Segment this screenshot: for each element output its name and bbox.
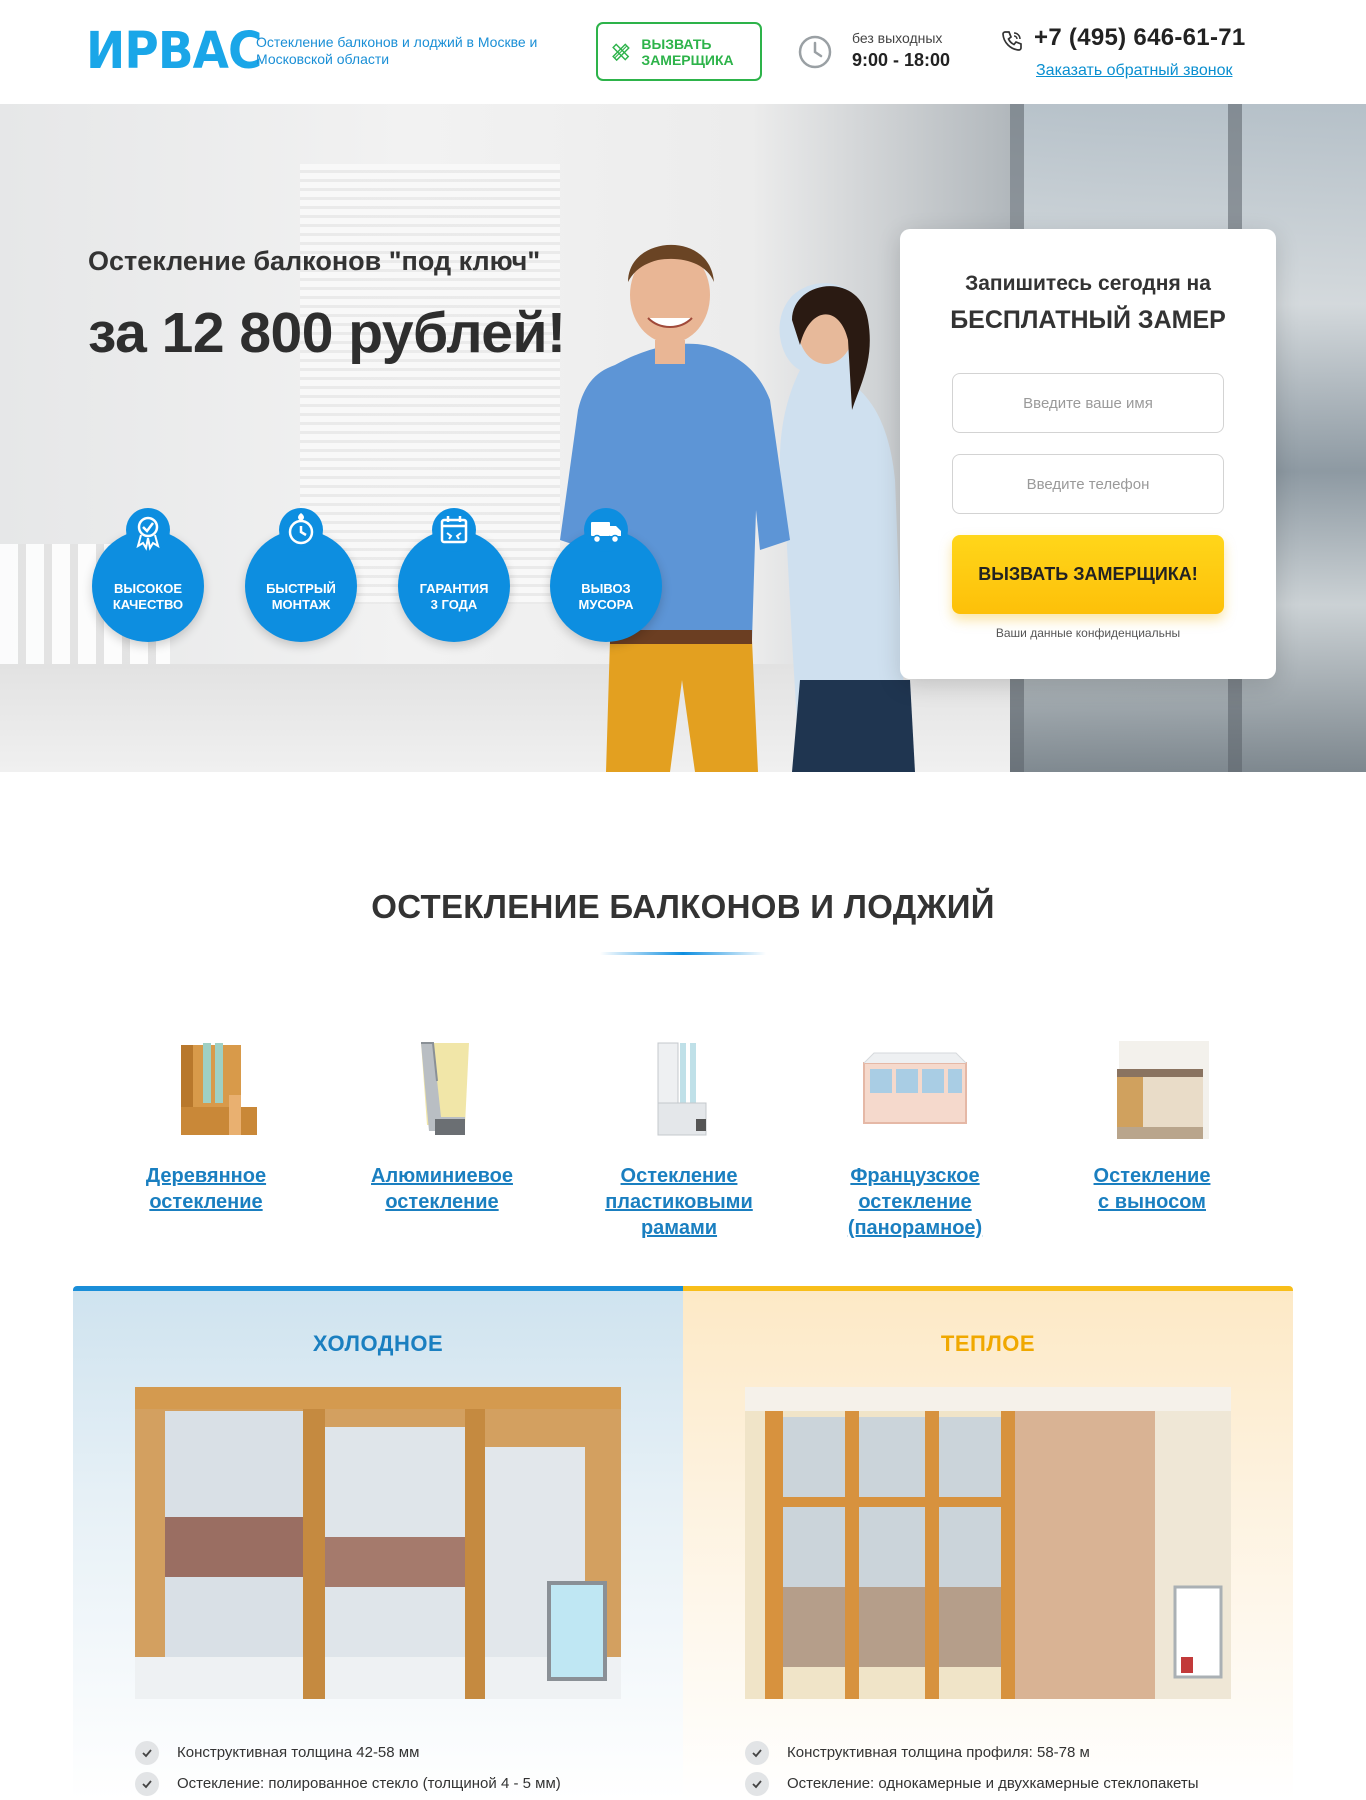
award-ribbon-icon <box>126 508 170 552</box>
truck-icon <box>584 508 628 552</box>
extended-balcony-icon <box>1117 1041 1209 1139</box>
warm-glazing-panel: Теплое Конструктивная толщина профиля: 5… <box>683 1286 1293 1800</box>
check-icon <box>745 1771 769 1796</box>
category-aluminum[interactable]: Алюминиевое остекление <box>342 1035 542 1215</box>
ruler-pencil-icon <box>612 42 630 61</box>
hours-value: 9:00 - 18:00 <box>852 50 951 70</box>
clock-icon <box>279 508 323 552</box>
badge-line: Быстрый <box>266 581 336 596</box>
feature-item: Остекление: полированное стекло (толщино… <box>135 1768 561 1799</box>
calendar-icon <box>432 508 476 552</box>
badge-line: Вывоз <box>581 581 631 596</box>
feature-text: Остекление: полированное стекло (толщино… <box>177 1775 561 1792</box>
site-header: ИРВАС Остекление балконов и лоджий в Мос… <box>0 0 1366 104</box>
category-label: Остекление <box>620 1165 738 1187</box>
category-label: Остекление <box>1093 1165 1211 1187</box>
category-plastic[interactable]: Остекление пластиковыми рамами <box>579 1035 779 1241</box>
category-french[interactable]: Французское остекление (панорамное) <box>815 1035 1015 1241</box>
category-label: остекление <box>385 1191 499 1213</box>
badge-line: монтаж <box>271 597 331 612</box>
category-label: Французское <box>850 1165 980 1187</box>
badge-line: Высокое <box>113 581 182 596</box>
category-label: остекление <box>858 1191 972 1213</box>
warm-balcony-photo <box>745 1387 1231 1699</box>
couple-photo <box>560 244 915 772</box>
category-label: Деревянное <box>145 1165 267 1187</box>
feature-text: Конструктивная толщина профиля: 58-78 м <box>787 1744 1090 1761</box>
submit-button[interactable]: Вызвать замерщика! <box>952 535 1224 614</box>
badge-waste-removal: Вывоз мусора <box>550 508 662 642</box>
cold-balcony-photo <box>135 1387 621 1699</box>
tagline: Остекление балконов и лоджий в Москве и … <box>256 34 538 67</box>
warm-features-list: Конструктивная толщина профиля: 58-78 м … <box>745 1737 1199 1799</box>
clock-icon <box>798 35 832 69</box>
callback-link[interactable]: Заказать обратный звонок <box>1036 62 1232 80</box>
badge-line: качество <box>112 597 184 612</box>
feature-text: Конструктивная толщина 42-58 мм <box>177 1744 420 1761</box>
phone-number[interactable]: +7 (495) 646-61-71 <box>1034 24 1246 52</box>
logo[interactable]: ИРВАС <box>86 24 262 80</box>
feature-text: Остекление: однокамерные и двухкамерные … <box>787 1775 1199 1792</box>
category-label: Алюминиевое <box>371 1165 513 1187</box>
feature-item: Остекление: однокамерные и двухкамерные … <box>745 1768 1199 1799</box>
feature-item: Конструктивная толщина профиля: 58-78 м <box>745 1737 1199 1768</box>
category-label: рамами <box>640 1217 718 1239</box>
warm-glazing-title: Теплое <box>940 1331 1036 1356</box>
french-balcony-icon <box>863 1052 967 1124</box>
call-measurer-label: Вызвать замерщика <box>641 35 734 68</box>
name-input[interactable] <box>952 373 1224 433</box>
privacy-note: Ваши данные конфиденциальны <box>995 626 1181 640</box>
cold-glazing-title: Холодное <box>312 1331 444 1356</box>
badge-quality: Высокое качество <box>92 508 204 642</box>
feature-item: Конструктивная толщина 42-58 мм <box>135 1737 561 1768</box>
wooden-profile-icon <box>181 1043 257 1135</box>
category-label: пластиковыми <box>605 1191 753 1213</box>
category-label: с выносом <box>1098 1191 1206 1213</box>
check-icon <box>745 1740 769 1765</box>
working-hours: без выходных 9:00 - 18:00 <box>852 29 950 69</box>
call-measurer-button[interactable]: Вызвать замерщика <box>596 22 762 81</box>
badge-warranty: Гарантия 3 года <box>398 508 510 642</box>
check-icon <box>135 1740 159 1765</box>
category-wooden[interactable]: Деревянное остекление <box>106 1035 306 1215</box>
badge-line: 3 года <box>430 597 478 612</box>
aluminum-profile-icon <box>421 1042 469 1135</box>
cold-features-list: Конструктивная толщина 42-58 мм Остеклен… <box>135 1737 561 1799</box>
category-label: (панорамное) <box>847 1217 983 1239</box>
badge-line: мусора <box>578 597 634 612</box>
phone-input[interactable] <box>952 454 1224 514</box>
cold-glazing-panel: Холодное Конструктивная толщина 42-58 мм… <box>73 1286 683 1800</box>
plastic-profile-icon <box>657 1042 707 1136</box>
hero-subtitle: Остекление балконов "под ключ" <box>88 246 541 276</box>
measurement-form: Запишитесь сегодня на бесплатный замер В… <box>900 229 1276 679</box>
check-icon <box>135 1771 159 1796</box>
section-title: Остекление балконов и лоджий <box>371 888 995 925</box>
form-title-line1: Запишитесь сегодня на <box>965 272 1211 295</box>
category-extended[interactable]: Остекление с выносом <box>1052 1035 1252 1215</box>
badge-fast-install: Быстрый монтаж <box>245 508 357 642</box>
hours-label: без выходных <box>852 30 943 46</box>
phone-icon <box>1002 31 1022 51</box>
form-title-line2: бесплатный замер <box>950 306 1226 334</box>
category-label: остекление <box>149 1191 263 1213</box>
title-divider <box>600 952 766 955</box>
badge-line: Гарантия <box>419 581 489 596</box>
hero-title: за 12 800 рублей! <box>88 301 566 365</box>
